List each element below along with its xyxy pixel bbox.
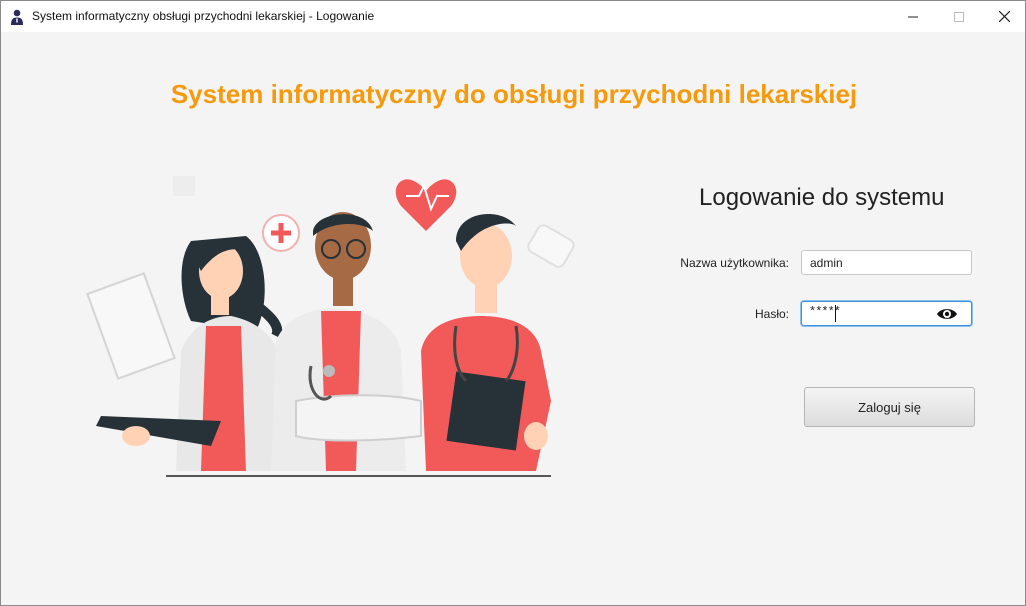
window-title: System informatyczny obsługi przychodni …	[32, 9, 375, 23]
maximize-button[interactable]	[936, 1, 982, 32]
maximize-icon	[954, 11, 964, 22]
user-icon	[11, 9, 23, 25]
username-label: Nazwa użytkownika:	[680, 256, 789, 270]
login-title: Logowanie do systemu	[699, 184, 945, 211]
text-cursor	[835, 305, 836, 322]
close-icon	[998, 11, 1010, 22]
minimize-button[interactable]	[890, 1, 936, 32]
username-input[interactable]	[801, 250, 972, 275]
login-button[interactable]: Zaloguj się	[804, 387, 975, 427]
app-headline: System informatyczny do obsługi przychod…	[170, 79, 858, 109]
close-button[interactable]	[981, 1, 1026, 32]
password-label: Hasło:	[754, 307, 789, 321]
eye-icon[interactable]	[936, 306, 958, 322]
minimize-icon	[908, 16, 918, 17]
title-bar[interactable]: System informatyczny obsługi przychodni …	[1, 1, 1025, 32]
medical-staff-illustration	[86, 176, 575, 477]
login-window: System informatyczny obsługi przychodni …	[0, 0, 1026, 606]
password-input[interactable]: *****	[801, 301, 972, 326]
